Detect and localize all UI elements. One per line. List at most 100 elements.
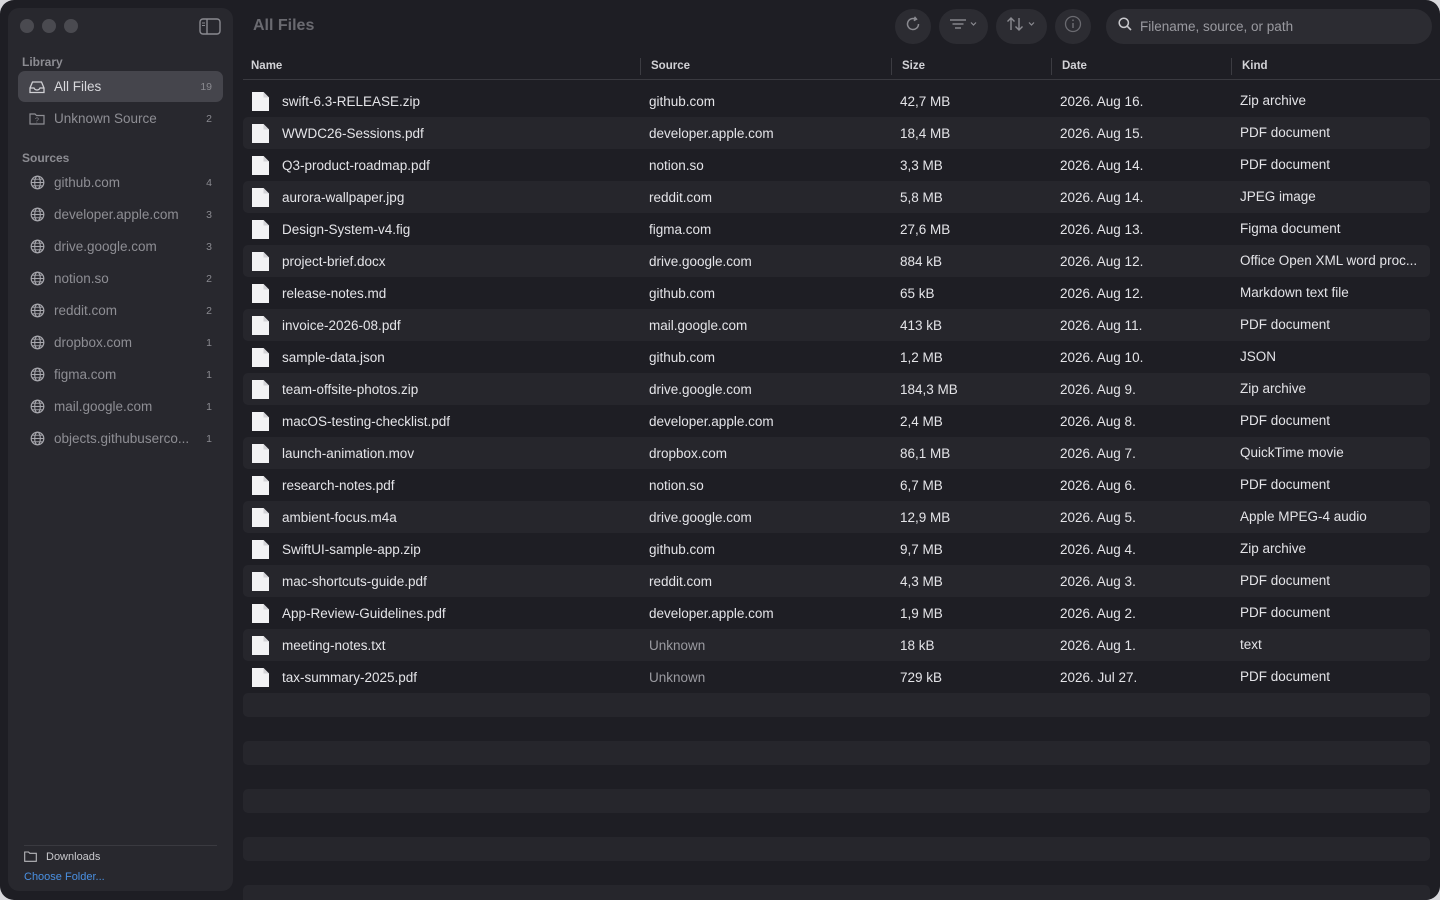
table-row[interactable]: invoice-2026-08.pdf mail.google.com 413 kB… xyxy=(243,309,1430,341)
document-icon xyxy=(251,539,270,560)
sources-section-label: Sources xyxy=(22,151,70,165)
document-icon xyxy=(251,667,270,688)
sidebar-item-label: dropbox.com xyxy=(54,335,133,350)
file-name: tax-summary-2025.pdf xyxy=(282,669,418,685)
minimize-window-button[interactable] xyxy=(42,19,56,33)
search-field[interactable] xyxy=(1106,9,1432,44)
file-size: 86,1 MB xyxy=(900,445,951,461)
divider xyxy=(24,845,217,846)
refresh-button[interactable] xyxy=(895,9,931,44)
file-size: 884 kB xyxy=(900,253,943,269)
table-row[interactable]: project-brief.docx drive.google.com 884 kB… xyxy=(243,245,1430,277)
file-date: 2026. Aug 12. xyxy=(1060,285,1144,301)
table-row[interactable]: mac-shortcuts-guide.pdf reddit.com 4,3 MB 2… xyxy=(243,565,1430,597)
file-source: github.com xyxy=(649,349,716,365)
document-icon xyxy=(251,603,270,624)
table-row[interactable]: tax-summary-2025.pdf Unknown 729 kB 2026. J… xyxy=(243,661,1430,693)
search-input[interactable] xyxy=(1140,19,1420,34)
table-row[interactable]: WWDC26-Sessions.pdf developer.apple.com 18… xyxy=(243,117,1430,149)
column-header-source[interactable]: Source xyxy=(651,52,690,80)
file-name: WWDC26-Sessions.pdf xyxy=(282,125,424,141)
table-row[interactable]: Q3-product-roadmap.pdf notion.so 3,3 MB 202… xyxy=(243,149,1430,181)
table-row[interactable]: research-notes.pdf notion.so 6,7 MB 2026. A… xyxy=(243,469,1430,501)
document-icon xyxy=(251,315,270,336)
file-date: 2026. Aug 14. xyxy=(1060,189,1144,205)
choose-folder-link[interactable]: Choose Folder... xyxy=(24,871,105,883)
globe-icon xyxy=(28,238,46,256)
file-source: github.com xyxy=(649,285,716,301)
document-icon xyxy=(251,571,270,592)
file-table: swift-6.3-RELEASE.zip github.com 42,7 MB 20… xyxy=(243,85,1430,693)
sidebar-item-source[interactable]: figma.com 1 xyxy=(18,359,223,390)
folder-label: Downloads xyxy=(46,851,101,863)
sidebar-item-all-files[interactable]: All Files 19 xyxy=(18,71,223,102)
table-row[interactable]: SwiftUI-sample-app.zip github.com 9,7 MB 20… xyxy=(243,533,1430,565)
zoom-window-button[interactable] xyxy=(64,19,78,33)
table-row[interactable]: aurora-wallpaper.jpg reddit.com 5,8 MB 2026… xyxy=(243,181,1430,213)
sidebar-item-source[interactable]: notion.so 2 xyxy=(18,263,223,294)
column-header-name[interactable]: Name xyxy=(251,52,282,80)
column-divider[interactable] xyxy=(1051,58,1052,75)
table-row[interactable]: macOS-testing-checklist.pdf developer.app… xyxy=(243,405,1430,437)
sidebar-item-source[interactable]: drive.google.com 3 xyxy=(18,231,223,262)
sidebar-item-source[interactable]: objects.githubuserco... 1 xyxy=(18,423,223,454)
sidebar-item-count: 4 xyxy=(206,176,212,189)
svg-text:?: ? xyxy=(35,118,39,125)
file-source: notion.so xyxy=(649,477,704,493)
sidebar-item-source[interactable]: dropbox.com 1 xyxy=(18,327,223,358)
sidebar-item-label: notion.so xyxy=(54,271,109,286)
sidebar-item-source[interactable]: mail.google.com 1 xyxy=(18,391,223,422)
document-icon xyxy=(251,155,270,176)
file-name: team-offsite-photos.zip xyxy=(282,381,419,397)
document-icon xyxy=(251,443,270,464)
column-divider[interactable] xyxy=(640,58,641,75)
globe-icon xyxy=(28,270,46,288)
file-size: 5,8 MB xyxy=(900,189,943,205)
column-divider[interactable] xyxy=(891,58,892,75)
sidebar-item-unknown-source[interactable]: ? Unknown Source 2 xyxy=(18,103,223,134)
sidebar-item-label: drive.google.com xyxy=(54,239,157,254)
file-name: aurora-wallpaper.jpg xyxy=(282,189,405,205)
file-source: Unknown xyxy=(649,637,706,653)
file-kind: PDF document xyxy=(1240,157,1331,172)
file-size: 184,3 MB xyxy=(900,381,958,397)
sidebar-item-source[interactable]: github.com 4 xyxy=(18,167,223,198)
table-row[interactable]: launch-animation.mov dropbox.com 86,1 MB 20… xyxy=(243,437,1430,469)
file-source: drive.google.com xyxy=(649,253,752,269)
file-date: 2026. Aug 8. xyxy=(1060,413,1136,429)
table-row[interactable]: meeting-notes.txt Unknown 18 kB 2026. Aug 1… xyxy=(243,629,1430,661)
sidebar-item-source[interactable]: reddit.com 2 xyxy=(18,295,223,326)
file-date: 2026. Aug 10. xyxy=(1060,349,1144,365)
filter-menu-button[interactable] xyxy=(939,9,988,44)
sidebar-item-label: reddit.com xyxy=(54,303,118,318)
info-button[interactable] xyxy=(1055,9,1091,44)
table-row[interactable]: Design-System-v4.fig figma.com 27,6 MB 2026… xyxy=(243,213,1430,245)
table-row[interactable]: sample-data.json github.com 1,2 MB 2026. Au… xyxy=(243,341,1430,373)
sidebar-item-source[interactable]: developer.apple.com 3 xyxy=(18,199,223,230)
file-kind: Figma document xyxy=(1240,221,1341,236)
column-divider[interactable] xyxy=(1231,58,1232,75)
file-date: 2026. Aug 16. xyxy=(1060,93,1144,109)
empty-row xyxy=(243,885,1430,900)
file-source: Unknown xyxy=(649,669,706,685)
table-row[interactable]: ambient-focus.m4a drive.google.com 12,9 MB… xyxy=(243,501,1430,533)
file-source: notion.so xyxy=(649,157,704,173)
table-row[interactable]: team-offsite-photos.zip drive.google.com 1… xyxy=(243,373,1430,405)
table-row[interactable]: release-notes.md github.com 65 kB 2026. Aug… xyxy=(243,277,1430,309)
column-header-kind[interactable]: Kind xyxy=(1242,52,1268,80)
file-kind: Markdown text file xyxy=(1240,285,1349,300)
table-row[interactable]: App-Review-Guidelines.pdf developer.apple… xyxy=(243,597,1430,629)
close-window-button[interactable] xyxy=(20,19,34,33)
file-date: 2026. Aug 6. xyxy=(1060,477,1136,493)
sidebar-item-count: 2 xyxy=(206,272,212,285)
document-icon xyxy=(251,411,270,432)
column-header-date[interactable]: Date xyxy=(1062,52,1087,80)
table-row[interactable]: swift-6.3-RELEASE.zip github.com 42,7 MB 20… xyxy=(243,85,1430,117)
column-header-size[interactable]: Size xyxy=(902,52,925,80)
sort-menu-button[interactable] xyxy=(996,9,1047,44)
file-date: 2026. Aug 12. xyxy=(1060,253,1144,269)
file-date: 2026. Aug 14. xyxy=(1060,157,1144,173)
sidebar-toggle-icon[interactable] xyxy=(199,18,221,35)
file-size: 729 kB xyxy=(900,669,943,685)
file-name: Design-System-v4.fig xyxy=(282,221,411,237)
